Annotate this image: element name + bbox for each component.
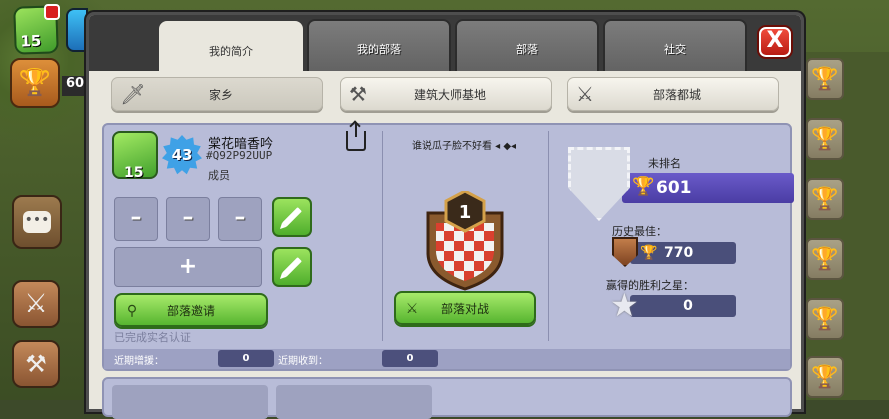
crossed-swords-icon: ⚔ xyxy=(24,289,48,319)
war-stars-bar: 0 xyxy=(630,295,736,317)
hammer-icon: ⚒ xyxy=(25,350,47,378)
crossed-axes-icon: ⚒ xyxy=(349,82,367,106)
tab-social[interactable]: 社交 xyxy=(603,19,747,71)
tab-my-clan[interactable]: 我的部落 xyxy=(307,19,451,71)
clan-invite-button[interactable]: ⚲ 部落邀请 xyxy=(114,293,268,327)
clan-badge[interactable]: 1 xyxy=(424,191,506,291)
profile-window: 我的简介 我的部落 部落 社交 X 🗡 家乡 ⚒ 建筑大师基地 ⚔ 部落都城 1… xyxy=(86,12,804,419)
player-role: 成员 xyxy=(208,169,230,182)
town-hall-level: 15 xyxy=(124,165,144,181)
edit-labels-button[interactable] xyxy=(272,197,312,237)
star-icon: ★ xyxy=(610,286,639,324)
tab-clans[interactable]: 部落 xyxy=(455,19,599,71)
trophy-icon: 🏆 xyxy=(632,176,655,197)
side-trophy-icon: 🏆 xyxy=(806,298,844,340)
sword-icon: 🗡 xyxy=(120,82,146,106)
side-trophy-icon: 🏆 xyxy=(806,118,844,160)
side-trophy-icon: 🏆 xyxy=(806,238,844,280)
village-subtabs: 🗡 家乡 ⚒ 建筑大师基地 ⚔ 部落都城 xyxy=(89,71,801,121)
best-label: 历史最佳： xyxy=(612,225,667,238)
tab-my-profile[interactable]: 我的简介 xyxy=(159,21,303,71)
trophy-bar: 🏆 601 xyxy=(622,173,794,203)
column-divider xyxy=(548,131,549,341)
donated-value: 0 xyxy=(218,350,274,367)
clan-invite-label: 部落邀请 xyxy=(166,303,215,318)
verification-status: 已完成实名认证 xyxy=(114,331,191,344)
received-label: 近期收到： xyxy=(278,356,328,367)
clan-war-label: 部落对战 xyxy=(440,301,489,316)
add-slot[interactable]: + xyxy=(114,247,262,287)
achievement-slot xyxy=(112,385,268,419)
rank-status: 未排名 xyxy=(648,157,681,170)
subtab-clan-capital[interactable]: ⚔ 部落都城 xyxy=(567,77,779,111)
builder-button[interactable]: ⚒ xyxy=(12,340,60,388)
subtab-label: 部落都城 xyxy=(652,87,701,102)
subtab-home-village[interactable]: 🗡 家乡 xyxy=(111,77,323,111)
hud-trophy-icon[interactable]: 🏆 xyxy=(10,58,60,108)
subtab-label: 建筑大师基地 xyxy=(413,87,486,102)
label-slot-3[interactable]: – xyxy=(218,197,262,241)
notification-dot xyxy=(44,4,60,20)
side-panel xyxy=(800,52,889,400)
chat-icon: ••• xyxy=(23,211,51,233)
crossed-swords-icon: ⚔ xyxy=(405,301,419,317)
profile-panel: 15 43 棠花暗香吟 #Q92P92UUP 成员 – – – + ⚲ 部落邀请… xyxy=(102,123,794,371)
league-shield-icon[interactable] xyxy=(568,147,630,221)
town-hall-icon: 15 xyxy=(112,131,158,181)
search-icon: ⚲ xyxy=(126,303,138,319)
crossed-swords-icon: ⚔ xyxy=(576,82,594,106)
subtab-label: 家乡 xyxy=(208,87,233,102)
clan-war-button[interactable]: ⚔ 部落对战 xyxy=(394,291,536,325)
trophy-icon: 🏆 xyxy=(640,245,658,261)
share-icon[interactable] xyxy=(346,123,366,151)
subtab-builder-base[interactable]: ⚒ 建筑大师基地 xyxy=(340,77,552,111)
donation-stats-row: 近期增援： 0 近期收到： 0 xyxy=(104,349,790,369)
label-slot-1[interactable]: – xyxy=(114,197,158,241)
edit-slot-button[interactable] xyxy=(272,247,312,287)
chat-button[interactable]: ••• xyxy=(12,195,62,249)
side-trophy-icon: 🏆 xyxy=(806,178,844,220)
player-tag[interactable]: #Q92P92UUP xyxy=(206,149,272,162)
pencil-icon xyxy=(282,207,302,227)
attack-button[interactable]: ⚔ xyxy=(12,280,60,328)
label-slot-2[interactable]: – xyxy=(166,197,210,241)
side-trophy-icon: 🏆 xyxy=(806,58,844,100)
achievement-slot xyxy=(276,385,432,419)
close-button[interactable]: X xyxy=(759,27,791,57)
donated-label: 近期增援： xyxy=(114,356,164,367)
clan-motto: 谁说瓜子脸不好看 ◂ ◆◂ xyxy=(411,141,517,152)
best-trophy-bar: 🏆 770 xyxy=(630,242,736,264)
clan-rank: 1 xyxy=(459,202,472,223)
column-divider xyxy=(382,131,383,341)
best-trophy-count: 770 xyxy=(664,245,694,261)
hud-town-hall-level: 15 xyxy=(20,31,42,51)
trophy-count: 601 xyxy=(656,178,692,198)
pencil-icon xyxy=(282,257,302,277)
hud-gem-icon[interactable] xyxy=(66,8,88,52)
side-trophy-icon: 🏆 xyxy=(806,356,844,398)
received-value: 0 xyxy=(382,350,438,367)
exp-level-badge: 43 xyxy=(162,135,202,175)
tab-bar: 我的简介 我的部落 部落 社交 X xyxy=(89,15,801,71)
achievements-panel xyxy=(102,377,792,419)
